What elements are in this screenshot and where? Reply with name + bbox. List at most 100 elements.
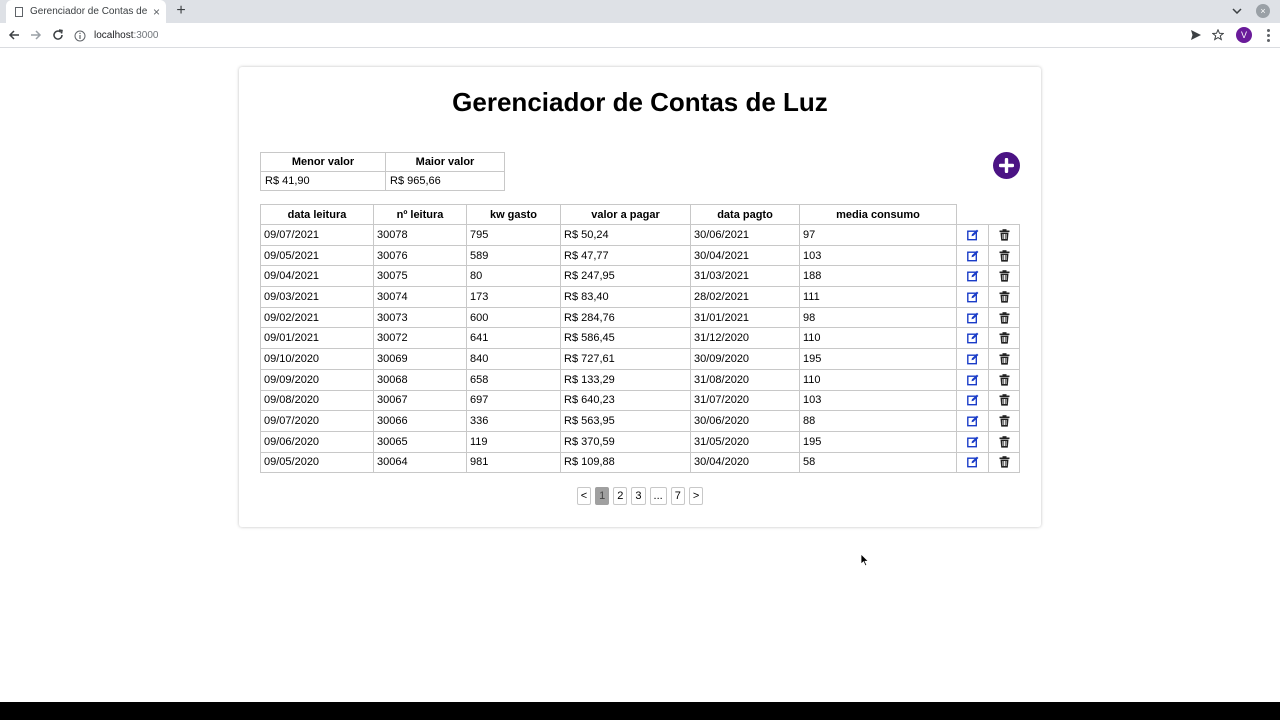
- site-info-icon[interactable]: [74, 30, 86, 42]
- pagination-page-1[interactable]: 1: [595, 487, 610, 505]
- cell-num-leitura: 30064: [373, 451, 467, 474]
- summary-table: Menor valor Maior valor R$ 41,90 R$ 965,…: [260, 152, 505, 191]
- pagination-next-button[interactable]: >: [688, 487, 704, 505]
- cell-kw-gasto: 840: [466, 348, 561, 370]
- reload-icon[interactable]: [50, 27, 66, 43]
- cell-valor-a-pagar: R$ 83,40: [560, 286, 691, 308]
- cell-data-pagto: 30/04/2021: [690, 244, 800, 267]
- cell-num-leitura: 30078: [373, 224, 467, 246]
- edit-cell: [956, 389, 989, 412]
- delete-cell: [988, 348, 1020, 370]
- cell-data-pagto: 30/06/2021: [690, 224, 800, 246]
- trash-icon[interactable]: [998, 456, 1010, 469]
- pagination-ellipsis[interactable]: ...: [649, 487, 667, 505]
- edit-cell: [956, 265, 989, 288]
- add-bill-button[interactable]: [993, 152, 1020, 179]
- profile-avatar[interactable]: V: [1236, 27, 1252, 43]
- trash-icon[interactable]: [998, 353, 1010, 365]
- tab-close-icon[interactable]: ×: [153, 5, 160, 19]
- bills-table: data leitura nº leitura kw gasto valor a…: [260, 204, 1020, 474]
- cell-media-consumo: 188: [799, 265, 957, 288]
- window-close-button[interactable]: ×: [1256, 4, 1270, 18]
- trash-icon[interactable]: [998, 270, 1010, 282]
- delete-cell: [988, 368, 1020, 391]
- trash-icon[interactable]: [998, 249, 1010, 262]
- cell-data-leitura: 09/08/2020: [260, 389, 374, 412]
- trash-icon[interactable]: [998, 415, 1010, 427]
- cell-valor-a-pagar: R$ 133,29: [560, 368, 691, 391]
- plus-icon: [999, 158, 1014, 173]
- pagination-page-7[interactable]: 7: [670, 487, 685, 505]
- table-row: 09/05/2020 30064 981 R$ 109,88 30/04/2020 58: [260, 451, 1020, 474]
- address-bar[interactable]: localhost:3000: [74, 26, 159, 45]
- page-title: Gerenciador de Contas de Luz: [452, 87, 828, 117]
- edit-icon[interactable]: [966, 436, 979, 448]
- back-arrow-icon[interactable]: [6, 27, 22, 43]
- send-icon[interactable]: [1188, 27, 1204, 43]
- cell-data-leitura: 09/04/2021: [260, 265, 374, 288]
- trash-icon[interactable]: [998, 311, 1010, 324]
- cell-data-pagto: 31/08/2020: [690, 368, 800, 391]
- trash-icon[interactable]: [998, 435, 1010, 448]
- edit-cell: [956, 244, 989, 267]
- cell-data-pagto: 31/03/2021: [690, 265, 800, 288]
- cell-num-leitura: 30068: [373, 368, 467, 391]
- edit-cell: [956, 368, 989, 391]
- cell-media-consumo: 98: [799, 306, 957, 329]
- trash-icon[interactable]: [998, 291, 1010, 303]
- edit-icon[interactable]: [966, 312, 979, 324]
- cell-num-leitura: 30072: [373, 327, 467, 350]
- edit-icon[interactable]: [966, 270, 979, 282]
- col-header-media-consumo: media consumo: [799, 204, 957, 225]
- trash-icon[interactable]: [998, 332, 1010, 344]
- edit-icon[interactable]: [966, 332, 979, 344]
- cell-kw-gasto: 600: [466, 306, 561, 329]
- bookmark-star-icon[interactable]: [1210, 27, 1226, 43]
- cell-valor-a-pagar: R$ 370,59: [560, 430, 691, 453]
- edit-cell: [956, 306, 989, 329]
- cell-kw-gasto: 119: [466, 430, 561, 453]
- cell-kw-gasto: 173: [466, 286, 561, 308]
- table-row: 09/10/2020 30069 840 R$ 727,61 30/09/2020 195: [260, 348, 1020, 370]
- edit-icon[interactable]: [966, 353, 979, 365]
- cell-data-pagto: 30/04/2020: [690, 451, 800, 474]
- cell-kw-gasto: 697: [466, 389, 561, 412]
- trash-icon[interactable]: [998, 229, 1010, 241]
- summary-min-value: R$ 41,90: [260, 171, 386, 191]
- cell-valor-a-pagar: R$ 247,95: [560, 265, 691, 288]
- browser-toolbar: localhost:3000: [0, 23, 1280, 48]
- edit-icon[interactable]: [966, 250, 979, 262]
- new-tab-button[interactable]: +: [172, 2, 190, 20]
- edit-icon[interactable]: [966, 374, 979, 386]
- pagination-prev-button[interactable]: <: [576, 487, 592, 505]
- cell-data-leitura: 09/05/2020: [260, 451, 374, 474]
- forward-arrow-icon[interactable]: [28, 27, 44, 43]
- tab-search-chevron-icon[interactable]: [1229, 2, 1245, 20]
- col-header-valor-a-pagar: valor a pagar: [560, 204, 691, 225]
- table-row: 09/06/2020 30065 119 R$ 370,59 31/05/2020 195: [260, 430, 1020, 453]
- cell-media-consumo: 111: [799, 286, 957, 308]
- edit-icon[interactable]: [966, 456, 979, 468]
- browser-tabstrip: Gerenciador de Contas de Luz × + ×: [0, 0, 1280, 23]
- cell-valor-a-pagar: R$ 47,77: [560, 244, 691, 267]
- cell-data-pagto: 31/05/2020: [690, 430, 800, 453]
- cell-valor-a-pagar: R$ 563,95: [560, 410, 691, 432]
- browser-menu-icon[interactable]: [1262, 27, 1274, 43]
- trash-icon[interactable]: [998, 394, 1010, 406]
- edit-icon[interactable]: [966, 291, 979, 303]
- cell-data-pagto: 31/12/2020: [690, 327, 800, 350]
- edit-icon[interactable]: [966, 415, 979, 427]
- edit-icon[interactable]: [966, 229, 979, 241]
- table-row: 09/07/2021 30078 795 R$ 50,24 30/06/2021 97: [260, 224, 1020, 246]
- cell-num-leitura: 30066: [373, 410, 467, 432]
- browser-tab[interactable]: Gerenciador de Contas de Luz ×: [6, 0, 166, 23]
- pagination-page-3[interactable]: 3: [631, 487, 646, 505]
- cell-data-leitura: 09/07/2021: [260, 224, 374, 246]
- cell-num-leitura: 30074: [373, 286, 467, 308]
- summary-max-value: R$ 965,66: [385, 171, 505, 191]
- edit-cell: [956, 430, 989, 453]
- edit-icon[interactable]: [966, 394, 979, 406]
- cell-media-consumo: 58: [799, 451, 957, 474]
- trash-icon[interactable]: [998, 373, 1010, 386]
- pagination-page-2[interactable]: 2: [613, 487, 628, 505]
